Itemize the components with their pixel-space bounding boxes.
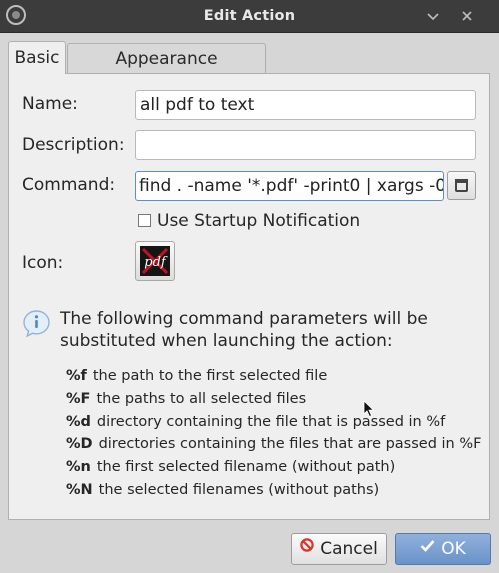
list-item: %f the path to the first selected file: [66, 368, 328, 384]
name-label: Name:: [22, 94, 78, 114]
chevron-down-icon[interactable]: [424, 7, 442, 25]
cancel-button[interactable]: Cancel: [291, 533, 387, 565]
svg-text:pdf: pdf: [144, 255, 168, 270]
name-field[interactable]: all pdf to text: [135, 90, 476, 120]
browse-command-button[interactable]: [447, 171, 476, 200]
tab-appearance-conditions[interactable]: Appearance Conditions: [67, 43, 266, 99]
info-text: The following command parameters will be…: [60, 309, 428, 351]
tab-basic[interactable]: Basic: [8, 41, 66, 74]
command-field[interactable]: find . -name '*.pdf' -print0 | xargs -0: [135, 171, 444, 201]
command-label: Command:: [22, 175, 116, 195]
mouse-pointer-icon: [363, 400, 375, 418]
icon-label: Icon:: [22, 253, 64, 273]
list-item: %d directory containing the file that is …: [66, 414, 446, 430]
checkmark-icon: [420, 532, 435, 562]
list-item: %n the first selected filename (without p…: [66, 459, 396, 475]
ok-label: OK: [441, 539, 466, 559]
info-icon: [22, 309, 51, 338]
browse-icon: [455, 179, 468, 192]
list-item: %F the paths to all selected files: [66, 391, 307, 407]
cancel-icon: [300, 532, 314, 562]
list-item: %N the selected filenames (without paths): [66, 482, 380, 498]
startup-notification-checkbox[interactable]: [138, 214, 151, 227]
pdf-icon: pdf: [140, 246, 170, 276]
startup-notification-label[interactable]: Use Startup Notification: [157, 211, 360, 231]
list-item: %D directories containing the files that …: [66, 436, 482, 452]
title-bar[interactable]: Edit Action: [0, 0, 499, 33]
cancel-label: Cancel: [320, 539, 378, 559]
icon-picker-button[interactable]: pdf: [135, 241, 175, 281]
close-icon[interactable]: [458, 7, 476, 25]
description-field[interactable]: [135, 130, 476, 160]
ok-button[interactable]: OK: [395, 533, 491, 565]
description-label: Description:: [22, 135, 125, 155]
